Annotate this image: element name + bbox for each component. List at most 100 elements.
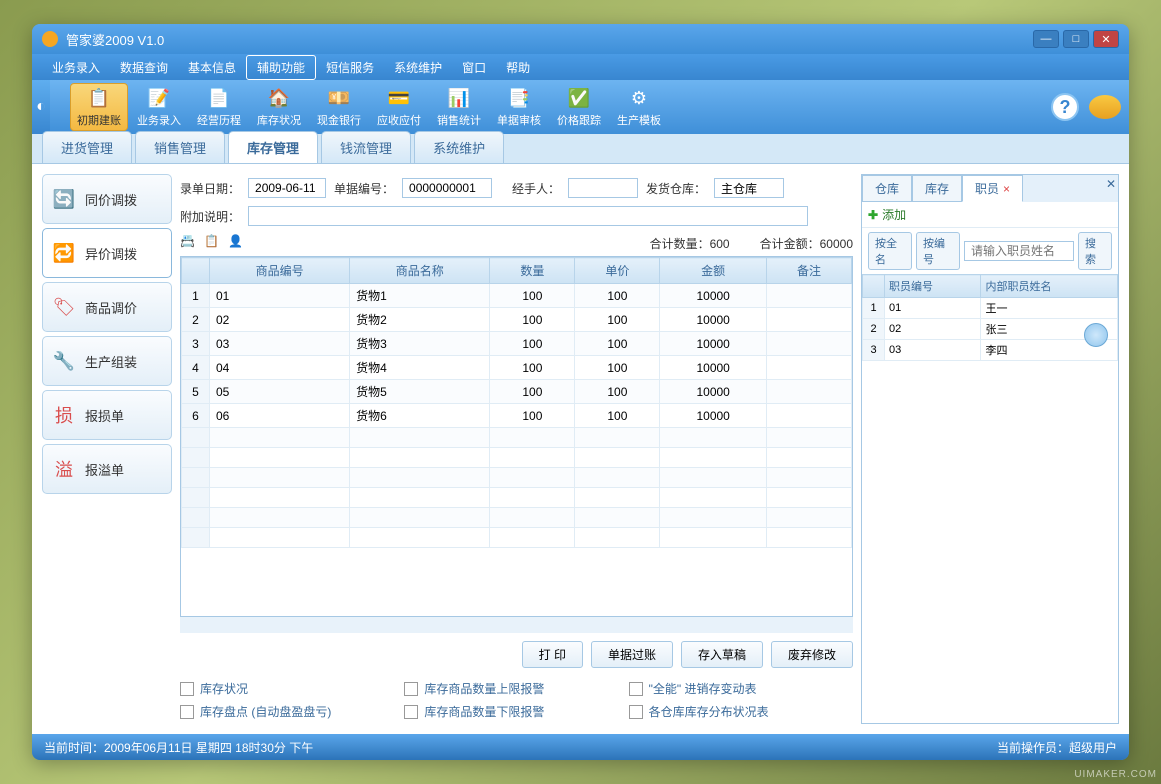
items-grid[interactable]: 商品编号商品名称数量单价金额备注101货物110010010000202货物21… <box>180 256 853 617</box>
employee-grid[interactable]: 职员编号内部职员姓名101王一202张三303李四 <box>862 274 1118 723</box>
toolbar-价格跟踪[interactable]: ✅价格跟踪 <box>550 83 608 131</box>
sidebar-生产组装[interactable]: 🔧生产组装 <box>42 336 172 386</box>
menu-item-6[interactable]: 窗口 <box>452 56 496 79</box>
link-item[interactable]: 库存状况 <box>180 680 404 697</box>
search-button[interactable]: 搜索 <box>1078 232 1112 270</box>
table-row[interactable]: 303李四 <box>863 340 1118 361</box>
handler-input[interactable] <box>568 178 638 198</box>
list-icon <box>180 682 194 696</box>
toolbar-现金银行[interactable]: 💴现金银行 <box>310 83 368 131</box>
toolbar-库存状况[interactable]: 🏠库存状况 <box>250 83 308 131</box>
menu-item-3[interactable]: 辅助功能 <box>246 55 316 80</box>
side-icon: 🔄 <box>53 188 75 210</box>
action-打 印[interactable]: 打 印 <box>522 641 583 668</box>
table-row[interactable]: 101王一 <box>863 298 1118 319</box>
table-row[interactable]: 303货物310010010000 <box>182 332 852 356</box>
plus-icon: ✚ <box>868 208 878 222</box>
menu-item-4[interactable]: 短信服务 <box>316 56 384 79</box>
titlebar[interactable]: 管家婆2009 V1.0 — □ ✕ <box>32 24 1129 54</box>
list-icon <box>629 705 643 719</box>
tool-icon: 💳 <box>387 86 411 110</box>
toolbar-销售统计[interactable]: 📊销售统计 <box>430 83 488 131</box>
add-button[interactable]: ✚添加 <box>868 206 906 223</box>
watermark: UIMAKER.COM <box>1074 769 1157 780</box>
list-icon <box>180 705 194 719</box>
action-存入草稿[interactable]: 存入草稿 <box>681 641 763 668</box>
doc-input[interactable] <box>402 178 492 198</box>
help-icon[interactable]: ? <box>1051 93 1079 121</box>
table-row[interactable]: 606货物610010010000 <box>182 404 852 428</box>
sidebar-异价调拨[interactable]: 🔁异价调拨 <box>42 228 172 278</box>
filter-fullname-button[interactable]: 按全名 <box>868 232 912 270</box>
panel-close-icon[interactable]: ✕ <box>1106 177 1116 191</box>
maximize-button[interactable]: □ <box>1063 30 1089 48</box>
app-title: 管家婆2009 V1.0 <box>66 30 1033 49</box>
main-tab-进货管理[interactable]: 进货管理 <box>42 131 132 163</box>
toolbar-生产模板[interactable]: ⚙生产模板 <box>610 83 668 131</box>
note-input[interactable] <box>248 206 808 226</box>
warehouse-label: 发货仓库： <box>646 180 706 197</box>
tool-icon: 📊 <box>447 86 471 110</box>
grid-icon-1[interactable]: 📇 <box>180 234 198 252</box>
statusbar: 当前时间：2009年06月11日 星期四 18时30分 下午 当前操作员：超级用… <box>32 734 1129 760</box>
sidebar-报损单[interactable]: 损报损单 <box>42 390 172 440</box>
date-input[interactable] <box>248 178 326 198</box>
link-item[interactable]: 各仓库库存分布状况表 <box>629 703 853 720</box>
status-user: 当前操作员：超级用户 <box>997 739 1117 756</box>
menu-item-7[interactable]: 帮助 <box>496 56 540 79</box>
action-废弃修改[interactable]: 废弃修改 <box>771 641 853 668</box>
toolbar-单据审核[interactable]: 📑单据审核 <box>490 83 548 131</box>
main-tab-钱流管理[interactable]: 钱流管理 <box>321 131 411 163</box>
link-item[interactable]: 库存盘点 (自动盘盈盘亏) <box>180 703 404 720</box>
grid-icon-2[interactable]: 📋 <box>204 234 222 252</box>
table-row[interactable]: 101货物110010010000 <box>182 284 852 308</box>
main-tabs: 进货管理销售管理库存管理钱流管理系统维护 <box>32 134 1129 164</box>
doc-label: 单据编号： <box>334 180 394 197</box>
table-row[interactable]: 505货物510010010000 <box>182 380 852 404</box>
sidebar-商品调价[interactable]: 🏷商品调价 <box>42 282 172 332</box>
rp-tab-仓库[interactable]: 仓库 <box>862 175 912 202</box>
link-item[interactable]: 库存商品数量上限报警 <box>404 680 628 697</box>
action-单据过账[interactable]: 单据过账 <box>591 641 673 668</box>
tab-close-icon[interactable]: × <box>1003 182 1010 196</box>
table-row[interactable]: 202张三 <box>863 319 1118 340</box>
person-icon[interactable]: 👤 <box>228 234 246 252</box>
filter-code-button[interactable]: 按编号 <box>916 232 960 270</box>
note-label: 附加说明： <box>180 208 240 225</box>
app-icon <box>42 31 58 47</box>
toolbar-经营历程[interactable]: 📄经营历程 <box>190 83 248 131</box>
menu-item-0[interactable]: 业务录入 <box>42 56 110 79</box>
sidebar-报溢单[interactable]: 溢报溢单 <box>42 444 172 494</box>
main-tab-系统维护[interactable]: 系统维护 <box>414 131 504 163</box>
tool-icon: ✅ <box>567 86 591 110</box>
link-item[interactable]: "全能" 进销存变动表 <box>629 680 853 697</box>
rp-tab-库存[interactable]: 库存 <box>912 175 962 202</box>
tool-icon: 🏠 <box>267 86 291 110</box>
link-item[interactable]: 库存商品数量下限报警 <box>404 703 628 720</box>
rp-tab-职员[interactable]: 职员× <box>962 175 1023 202</box>
menu-item-1[interactable]: 数据查询 <box>110 56 178 79</box>
grid-hscroll[interactable] <box>180 617 853 633</box>
side-icon: 损 <box>53 404 75 426</box>
theme-icon[interactable] <box>1089 95 1121 119</box>
tool-icon: 📋 <box>87 86 111 110</box>
menubar: 业务录入数据查询基本信息辅助功能短信服务系统维护窗口帮助 <box>32 54 1129 80</box>
search-input[interactable] <box>964 241 1074 261</box>
warehouse-input[interactable] <box>714 178 784 198</box>
date-label: 录单日期： <box>180 180 240 197</box>
toolbar-初期建账[interactable]: 📋初期建账 <box>70 83 128 131</box>
close-button[interactable]: ✕ <box>1093 30 1119 48</box>
toolbar-应收应付[interactable]: 💳应收应付 <box>370 83 428 131</box>
collapse-toolbar-button[interactable]: ◐ <box>32 80 50 134</box>
menu-item-2[interactable]: 基本信息 <box>178 56 246 79</box>
sidebar-同价调拨[interactable]: 🔄同价调拨 <box>42 174 172 224</box>
main-tab-库存管理[interactable]: 库存管理 <box>228 131 318 163</box>
table-row[interactable]: 202货物210010010000 <box>182 308 852 332</box>
total-qty-label: 合计数量： <box>650 237 710 251</box>
menu-item-5[interactable]: 系统维护 <box>384 56 452 79</box>
toolbar-业务录入[interactable]: 📝业务录入 <box>130 83 188 131</box>
sidebar: 🔄同价调拨🔁异价调拨🏷商品调价🔧生产组装损报损单溢报溢单 <box>42 174 172 724</box>
main-tab-销售管理[interactable]: 销售管理 <box>135 131 225 163</box>
minimize-button[interactable]: — <box>1033 30 1059 48</box>
table-row[interactable]: 404货物410010010000 <box>182 356 852 380</box>
